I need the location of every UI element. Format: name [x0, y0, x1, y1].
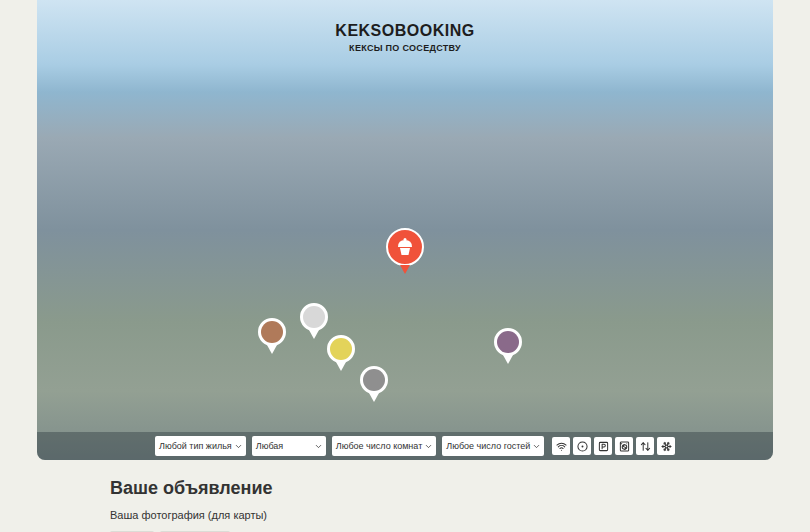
logo-title: KEKSOBOOKING: [335, 22, 474, 40]
feature-checkbox[interactable]: [615, 437, 633, 455]
main-pin[interactable]: [385, 228, 425, 276]
avatar: [363, 369, 385, 391]
chevron-icon: [314, 442, 323, 451]
pin-head: [327, 335, 355, 363]
feature-checkbox[interactable]: [594, 437, 612, 455]
avatar: [303, 306, 325, 328]
map[interactable]: KEKSOBOOKING КЕКСЫ ПО СОСЕДСТВУ Любой тип …: [37, 0, 773, 460]
parking-icon: [598, 441, 609, 452]
feature-checkbox[interactable]: [657, 437, 675, 455]
pin-tail: [267, 345, 277, 354]
chevron-icon: [532, 442, 541, 451]
offer-pin[interactable]: [257, 318, 287, 356]
filter-select[interactable]: Любой тип жилья: [155, 436, 246, 456]
pin-head: [258, 318, 286, 346]
avatar: [330, 338, 352, 360]
ad-form: Ваше объявление Ваша фотография (для карт…: [0, 460, 810, 532]
pin-head: [386, 228, 424, 266]
avatar: [261, 321, 283, 343]
features: [552, 437, 675, 455]
filter-bar: Любой тип жилья Любая Любое число комнатЛю…: [37, 432, 773, 460]
photo-label: Ваша фотография (для карты): [110, 509, 810, 521]
cupcake-icon: [394, 236, 416, 258]
offer-pin[interactable]: [359, 366, 389, 404]
feature-checkbox[interactable]: [552, 437, 570, 455]
chevron-icon: [424, 442, 433, 451]
pin-tail: [400, 265, 410, 274]
avatar-preview: [110, 531, 154, 532]
pin-tail: [503, 355, 513, 364]
filter-select[interactable]: Любая: [252, 436, 326, 456]
pin-head: [494, 328, 522, 356]
feature-checkbox[interactable]: [573, 437, 591, 455]
dishwasher-icon: [577, 441, 588, 452]
logo-tagline: КЕКСЫ ПО СОСЕДСТВУ: [349, 43, 461, 53]
pin-tail: [336, 362, 346, 371]
conditioner-icon: [661, 441, 672, 452]
offer-pin[interactable]: [299, 303, 329, 341]
elevator-icon: [640, 441, 651, 452]
upload-row: [110, 531, 810, 532]
filter-select[interactable]: Любое число комнат: [332, 436, 437, 456]
washer-icon: [619, 441, 630, 452]
offer-pin[interactable]: [326, 335, 356, 373]
pin-tail: [309, 330, 319, 339]
wifi-icon: [556, 441, 567, 452]
form-title: Ваше объявление: [110, 478, 810, 499]
chevron-icon: [234, 442, 243, 451]
logo: KEKSOBOOKING КЕКСЫ ПО СОСЕДСТВУ: [37, 22, 773, 53]
filter-select[interactable]: Любое число гостей: [442, 436, 544, 456]
page: KEKSOBOOKING КЕКСЫ ПО СОСЕДСТВУ Любой тип …: [0, 0, 810, 532]
upload-field[interactable]: [160, 531, 230, 532]
pin-tail: [369, 393, 379, 402]
pin-head: [300, 303, 328, 331]
offer-pin[interactable]: [493, 328, 523, 366]
avatar: [497, 331, 519, 353]
pin-head: [360, 366, 388, 394]
feature-checkbox[interactable]: [636, 437, 654, 455]
